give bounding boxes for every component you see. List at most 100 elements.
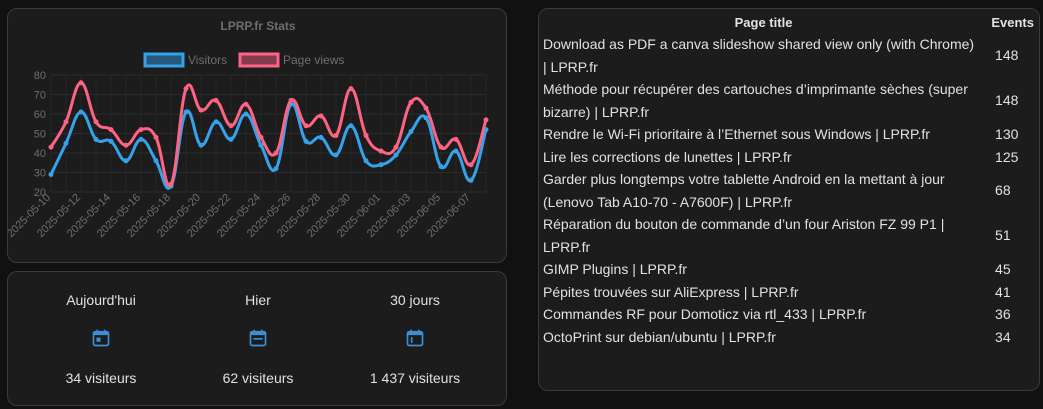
data-point xyxy=(228,123,234,129)
stat-today-label: Aujourd'hui xyxy=(66,292,136,308)
top-pages-table: Page title Events Download as PDF a canv… xyxy=(542,12,1035,348)
data-point xyxy=(303,138,309,144)
page-title-cell: Méthode pour récupérer des cartouches d’… xyxy=(543,81,968,120)
data-point xyxy=(318,113,324,119)
table-row: OctoPrint sur debian/ubuntu | LPRP.fr 34 xyxy=(542,326,1035,349)
data-point xyxy=(318,134,324,140)
visitors-chart: LPRP.fr StatsVisitors Page views203040506… xyxy=(8,19,489,240)
data-point xyxy=(468,162,474,168)
events-cell: 36 xyxy=(995,306,1011,322)
stat-today-value: 34 visiteurs xyxy=(65,370,137,386)
y-tick-label: 50 xyxy=(34,129,46,141)
stat-yesterday-value: 62 visiteurs xyxy=(222,370,294,386)
stat-month: 30 jours 1 437 visiteurs xyxy=(335,272,495,407)
data-point xyxy=(213,119,219,125)
data-point xyxy=(63,119,69,125)
events-cell: 45 xyxy=(995,261,1011,277)
data-point xyxy=(468,177,474,183)
data-point xyxy=(453,136,459,142)
page-title-cell: Rendre le Wi-Fi prioritaire à l’Ethernet… xyxy=(543,126,930,142)
column-header-page-title: Page title xyxy=(734,15,793,30)
events-cell: 51 xyxy=(995,227,1011,244)
data-point xyxy=(48,171,54,177)
y-tick-label: 40 xyxy=(34,148,46,160)
data-point xyxy=(138,136,144,142)
data-point xyxy=(438,144,444,150)
data-point xyxy=(108,127,114,133)
table-row: GIMP Plugins | LPRP.fr 45 xyxy=(542,258,1035,281)
data-point xyxy=(423,105,429,111)
chart-card: LPRP.fr Stats Visitors Page views 20 30 40 50 6… xyxy=(7,8,507,263)
data-point xyxy=(393,152,399,158)
events-cell: 148 xyxy=(995,47,1019,64)
data-point xyxy=(333,152,339,158)
data-point xyxy=(243,111,249,117)
page-title-cell: OctoPrint sur debian/ubuntu | LPRP.fr xyxy=(543,328,776,345)
stat-today: Aujourd'hui 34 visiteurs xyxy=(21,272,181,407)
data-point xyxy=(258,134,264,140)
page-title-cell: Lire les corrections de lunettes | LPRP.… xyxy=(543,148,792,165)
data-point xyxy=(348,123,354,129)
data-point xyxy=(138,127,144,133)
table-row: Réparation du bouton de commande d’un fo… xyxy=(542,213,1035,258)
events-cell: 125 xyxy=(995,148,1019,165)
data-point xyxy=(183,86,189,92)
data-point xyxy=(363,132,369,138)
data-point xyxy=(303,123,309,129)
page-title-cell: Réparation du bouton de commande d’un fo… xyxy=(543,216,945,255)
chart-title: LPRP.fr Stats xyxy=(220,19,295,33)
data-point xyxy=(93,119,99,125)
page-title-cell: GIMP Plugins | LPRP.fr xyxy=(543,261,687,277)
stats-card: Aujourd'hui 34 visiteurs Hier 62 visiteu… xyxy=(7,271,507,406)
page-title-cell: Pépites trouvées sur AliExpress | LPRP.f… xyxy=(543,283,799,300)
data-point xyxy=(423,115,429,121)
data-point xyxy=(63,140,69,146)
legend-label: Visitors xyxy=(188,53,227,67)
events-cell: 68 xyxy=(995,182,1011,199)
table-row: Pépites trouvées sur AliExpress | LPRP.f… xyxy=(542,281,1035,304)
legend-swatch xyxy=(143,52,185,68)
data-point xyxy=(123,142,129,148)
data-point xyxy=(273,150,279,156)
table-header-row: Page title Events xyxy=(542,12,1035,33)
table-row: Download as PDF a canva slideshow shared… xyxy=(542,33,1035,78)
stat-month-value: 1 437 visiteurs xyxy=(369,370,461,386)
data-point xyxy=(78,80,84,86)
data-point xyxy=(93,136,99,142)
data-point xyxy=(183,109,189,115)
y-tick-label: 60 xyxy=(34,109,46,121)
data-point xyxy=(378,148,384,154)
table-row: Commandes RF pour Domoticz via rtl_433 |… xyxy=(542,303,1035,326)
page-title-cell: Commandes RF pour Domoticz via rtl_433 |… xyxy=(543,306,867,322)
data-point xyxy=(123,158,129,164)
data-point xyxy=(348,86,354,92)
series-line-visitors xyxy=(49,102,488,190)
data-point xyxy=(198,107,204,113)
column-header-events: Events xyxy=(991,15,1034,30)
table-row: Garder plus longtemps votre tablette And… xyxy=(542,168,1035,213)
data-point xyxy=(288,97,294,103)
stat-month-label: 30 jours xyxy=(390,292,440,308)
data-point xyxy=(153,158,159,164)
data-point xyxy=(108,138,114,144)
data-point xyxy=(483,117,489,123)
stat-yesterday: Hier 62 visiteurs xyxy=(178,272,338,407)
y-tick-label: 30 xyxy=(34,168,46,180)
table-row: Méthode pour récupérer des cartouches d’… xyxy=(542,78,1035,123)
data-point xyxy=(333,132,339,138)
events-cell: 34 xyxy=(995,328,1011,345)
calendar-today-icon xyxy=(92,329,110,347)
events-cell: 130 xyxy=(995,126,1019,142)
data-point xyxy=(408,129,414,135)
data-point xyxy=(408,99,414,105)
data-point xyxy=(213,97,219,103)
data-point xyxy=(378,162,384,168)
data-point xyxy=(168,181,174,187)
data-point xyxy=(453,148,459,154)
page-title-cell: Garder plus longtemps votre tablette And… xyxy=(543,171,945,210)
legend-label: Page views xyxy=(283,53,344,67)
y-tick-label: 80 xyxy=(34,70,46,82)
data-point xyxy=(228,136,234,142)
data-point xyxy=(48,144,54,150)
page-title-cell: Download as PDF a canva slideshow shared… xyxy=(543,36,975,75)
